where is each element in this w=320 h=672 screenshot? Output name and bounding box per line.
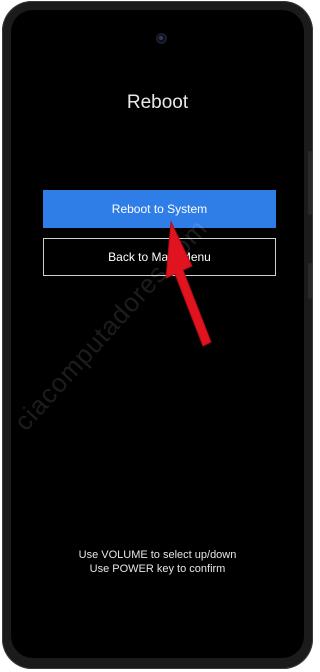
recovery-screen: Reboot Reboot to System Back to Main Men…	[11, 10, 304, 658]
reboot-to-system-button[interactable]: Reboot to System	[43, 190, 276, 228]
instructions: Use VOLUME to select up/down Use POWER k…	[11, 548, 304, 576]
instruction-volume: Use VOLUME to select up/down	[78, 549, 237, 561]
page-title: Reboot	[126, 92, 189, 113]
volume-button[interactable]	[308, 151, 312, 215]
power-button[interactable]	[308, 263, 312, 299]
phone-frame: Reboot Reboot to System Back to Main Men…	[2, 1, 313, 669]
front-camera-icon	[156, 33, 167, 44]
instruction-power: Use POWER key to confirm	[89, 563, 226, 575]
